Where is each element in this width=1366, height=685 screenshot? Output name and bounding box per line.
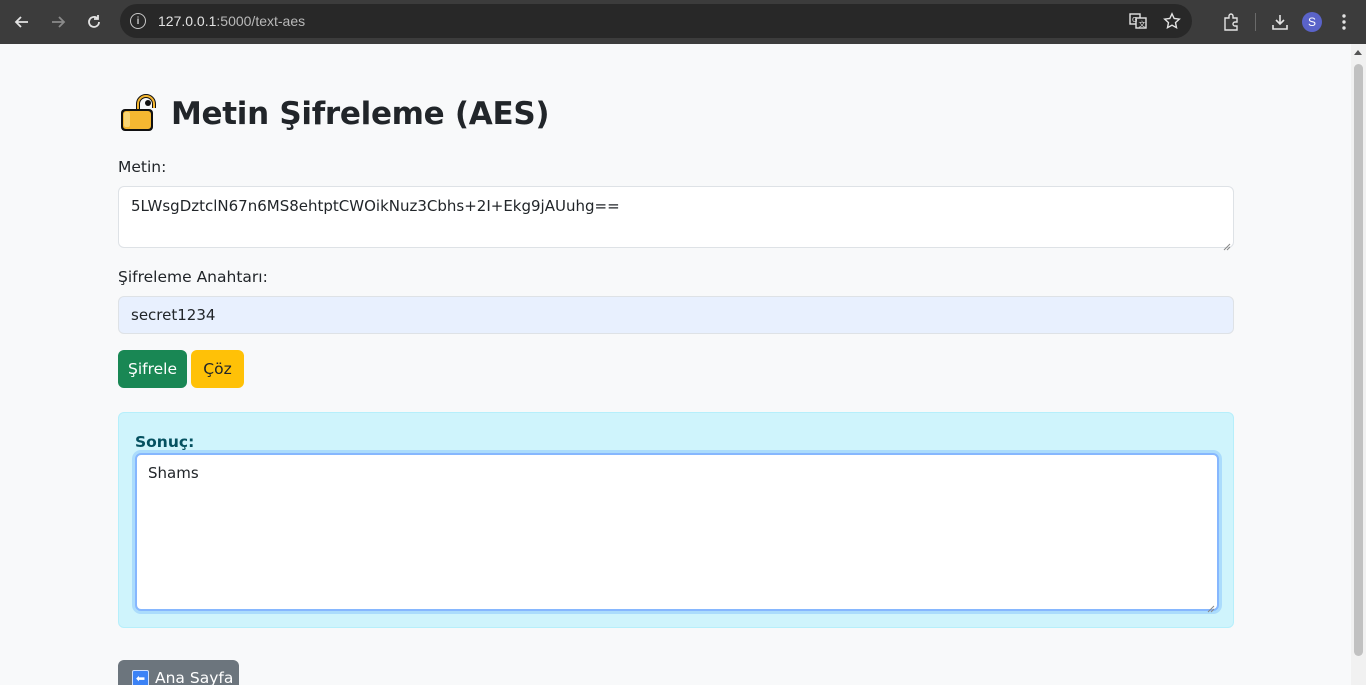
url-text: 127.0.0.1:5000/text-aes: [158, 13, 306, 29]
toolbar-divider: [1255, 13, 1256, 31]
decrypt-button[interactable]: Çöz: [191, 350, 244, 388]
home-button-label: Ana Sayfa: [155, 669, 234, 685]
page-heading: Metin Şifreleme (AES): [171, 96, 550, 132]
menu-kebab-icon[interactable]: [1328, 6, 1360, 38]
text-input-value: 5LWsgDztclN67n6MS8ehtptCWOikNuz3Cbhs+2I+…: [131, 197, 620, 215]
scroll-up-arrow-icon[interactable]: [1354, 50, 1362, 55]
download-icon[interactable]: [1264, 6, 1296, 38]
forward-arrow-icon[interactable]: [40, 4, 76, 40]
lock-icon: [118, 94, 160, 134]
back-arrow-icon[interactable]: [4, 4, 40, 40]
result-output-value: Shams: [148, 464, 199, 482]
resize-handle-icon[interactable]: [1223, 237, 1231, 251]
text-input[interactable]: 5LWsgDztclN67n6MS8ehtptCWOikNuz3Cbhs+2I+…: [118, 186, 1234, 251]
profile-avatar[interactable]: S: [1296, 6, 1328, 38]
bookmark-star-icon[interactable]: [1162, 11, 1182, 31]
key-label: Şifreleme Anahtarı:: [118, 268, 268, 286]
result-panel: Sonuç: Shams: [118, 412, 1234, 628]
encrypt-button[interactable]: Şifrele: [118, 350, 187, 388]
svg-text:文: 文: [1139, 20, 1146, 29]
page-title: Metin Şifreleme (AES): [118, 94, 550, 134]
home-button[interactable]: ⬅ Ana Sayfa: [118, 660, 239, 685]
svg-text:G: G: [1132, 16, 1137, 24]
scroll-thumb[interactable]: [1354, 64, 1363, 656]
extensions-icon[interactable]: [1215, 6, 1247, 38]
back-arrow-icon: ⬅: [132, 670, 149, 685]
text-label: Metin:: [118, 158, 167, 176]
result-output[interactable]: Shams: [135, 453, 1219, 613]
key-input[interactable]: secret1234: [118, 296, 1234, 334]
resize-handle-icon[interactable]: [1207, 599, 1215, 613]
key-input-value: secret1234: [131, 306, 216, 324]
site-info-icon[interactable]: i: [130, 13, 146, 29]
address-bar[interactable]: i 127.0.0.1:5000/text-aes 文G: [120, 4, 1192, 38]
page-scrollbar[interactable]: [1351, 44, 1366, 685]
translate-icon[interactable]: 文G: [1128, 11, 1148, 31]
reload-icon[interactable]: [76, 4, 112, 40]
browser-toolbar: i 127.0.0.1:5000/text-aes 文G S: [0, 0, 1366, 44]
result-label: Sonuç:: [135, 433, 195, 451]
